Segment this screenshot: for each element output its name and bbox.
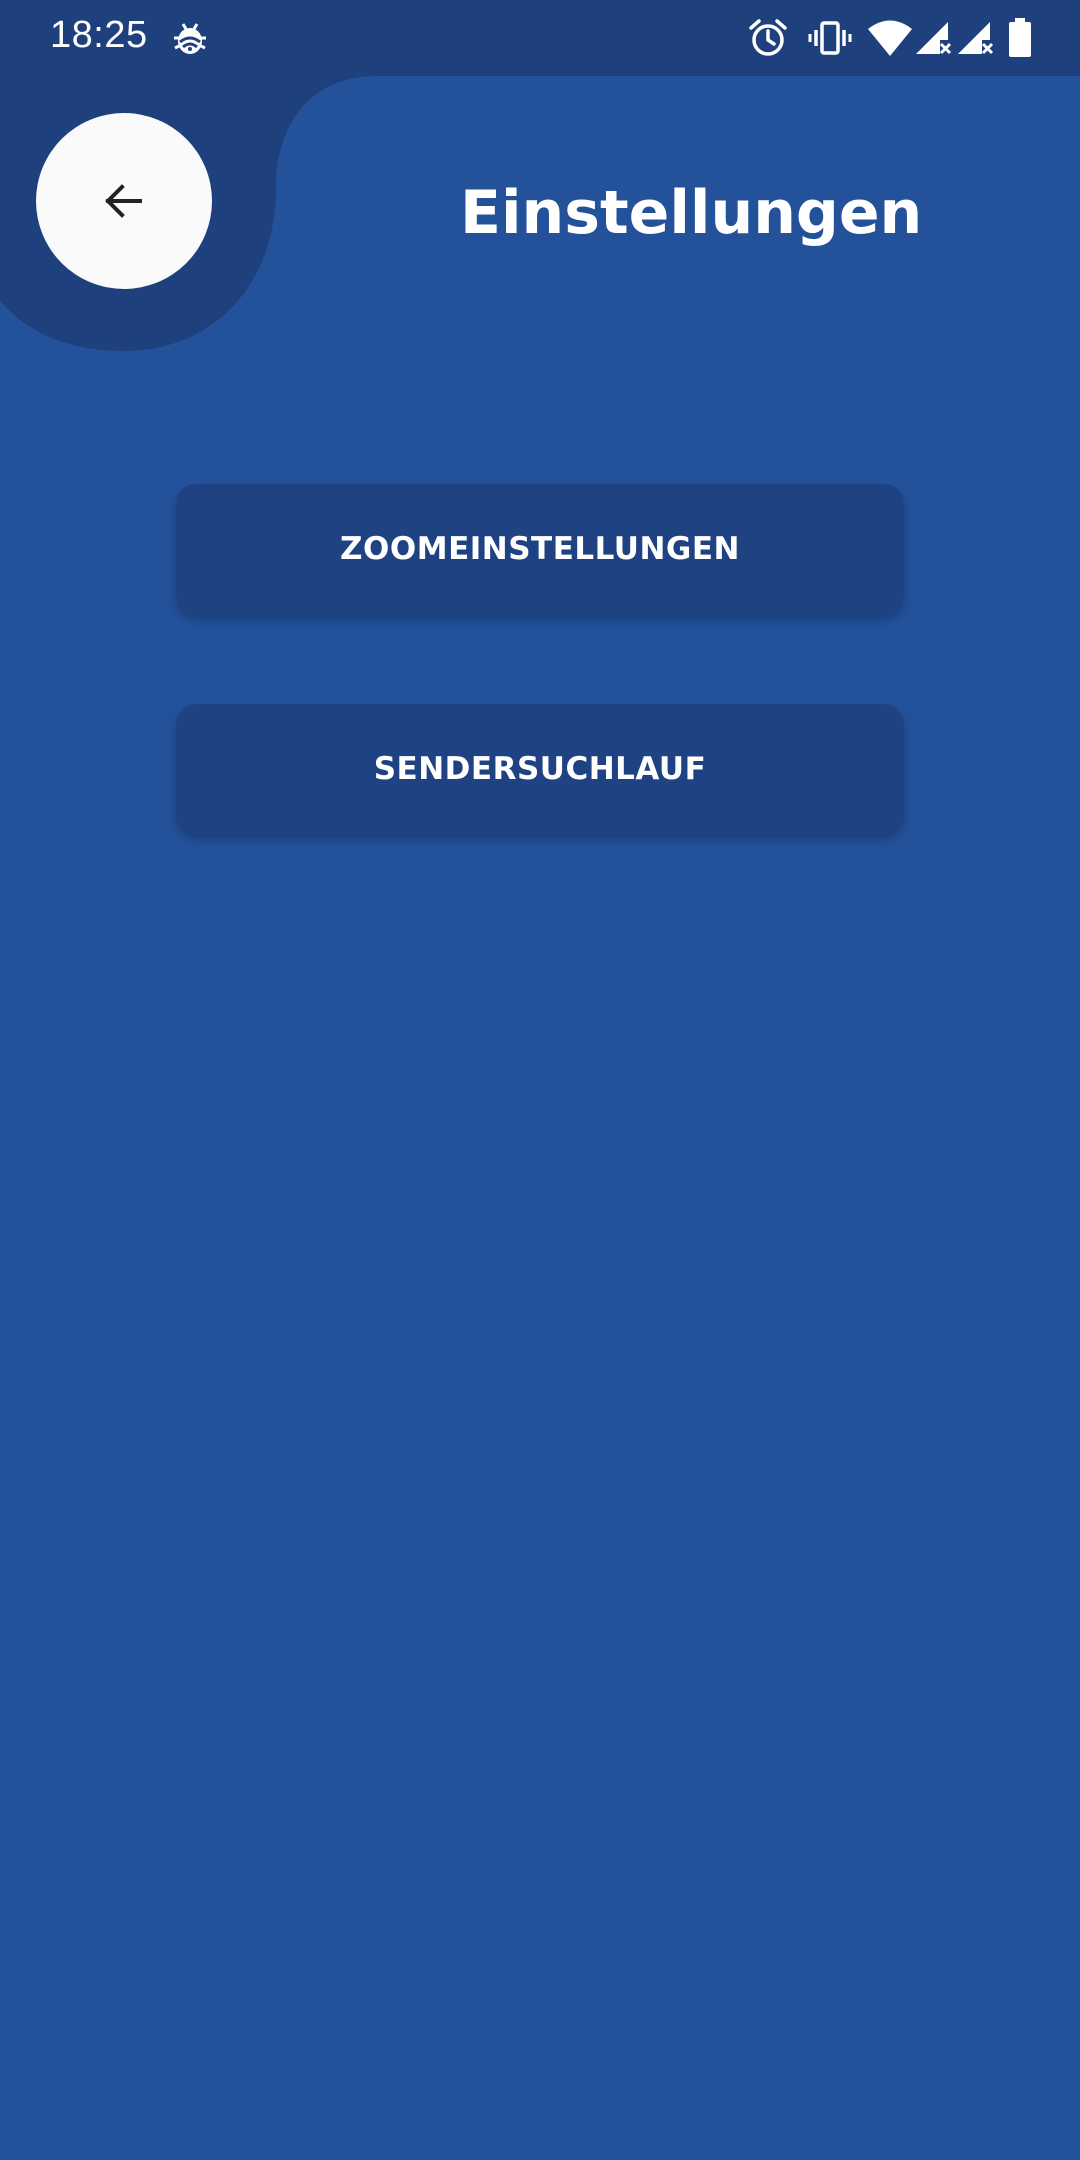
- arrow-left-icon: [105, 184, 142, 218]
- wifi-icon: [868, 20, 912, 56]
- page-title: Einstellungen: [460, 178, 923, 248]
- signal-x-icon: [916, 22, 952, 55]
- battery-icon: [1009, 18, 1031, 57]
- vibrate-icon: [808, 21, 852, 55]
- channel-scan-button[interactable]: SENDERSUCHLAUF: [176, 704, 904, 834]
- zoom-settings-button[interactable]: ZOOMEINSTELLUNGEN: [176, 484, 904, 614]
- back-button[interactable]: [36, 113, 212, 289]
- signal-x-icon: [958, 22, 994, 55]
- zoom-settings-label: ZOOMEINSTELLUNGEN: [340, 531, 740, 567]
- channel-scan-label: SENDERSUCHLAUF: [373, 751, 707, 787]
- settings-screen: 18:25 Einstellungen ZOOMEINSTELLUNGEN SE…: [0, 0, 1080, 2160]
- alarm-icon: [749, 19, 787, 56]
